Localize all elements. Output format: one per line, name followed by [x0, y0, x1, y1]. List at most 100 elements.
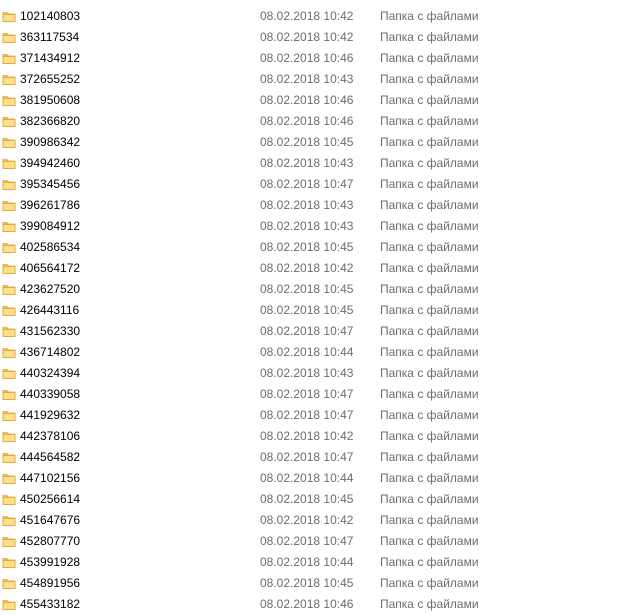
folder-type: Папка с файлами	[380, 9, 479, 23]
folder-name: 363117534	[20, 30, 80, 44]
folder-type: Папка с файлами	[380, 387, 479, 401]
folder-type: Папка с файлами	[380, 345, 479, 359]
list-item[interactable]: 399084912 08.02.2018 10:43 Папка с файлами	[0, 216, 636, 237]
list-item[interactable]: 444564582 08.02.2018 10:47 Папка с файлами	[0, 447, 636, 468]
list-item[interactable]: 363117534 08.02.2018 10:42 Папка с файлами	[0, 27, 636, 48]
folder-date-modified: 08.02.2018 10:43	[260, 156, 354, 170]
list-item[interactable]: 426443116 08.02.2018 10:45 Папка с файлами	[0, 300, 636, 321]
folder-name: 396261786	[20, 198, 81, 212]
folder-type: Папка с файлами	[380, 198, 479, 212]
folder-date-modified: 08.02.2018 10:45	[260, 240, 354, 254]
list-item[interactable]: 381950608 08.02.2018 10:46 Папка с файлами	[0, 90, 636, 111]
folder-icon	[2, 600, 16, 610]
folder-date-modified: 08.02.2018 10:42	[260, 261, 354, 275]
folder-date-modified: 08.02.2018 10:45	[260, 282, 354, 296]
folder-date-modified: 08.02.2018 10:47	[260, 387, 354, 401]
folder-type: Папка с файлами	[380, 513, 479, 527]
folder-icon	[2, 117, 16, 127]
folder-name: 453991928	[20, 555, 81, 569]
list-item[interactable]: 450256614 08.02.2018 10:45 Папка с файлами	[0, 489, 636, 510]
folder-icon	[2, 579, 16, 589]
folder-icon	[2, 285, 16, 295]
list-item[interactable]: 454891956 08.02.2018 10:45 Папка с файлами	[0, 573, 636, 594]
folder-date-modified: 08.02.2018 10:45	[260, 303, 354, 317]
folder-icon	[2, 243, 16, 253]
folder-type: Папка с файлами	[380, 492, 479, 506]
folder-date-modified: 08.02.2018 10:42	[260, 513, 354, 527]
list-item[interactable]: 431562330 08.02.2018 10:47 Папка с файлами	[0, 321, 636, 342]
folder-type: Папка с файлами	[380, 135, 479, 149]
folder-icon	[2, 558, 16, 568]
folder-type: Папка с файлами	[380, 93, 479, 107]
list-item[interactable]: 442378106 08.02.2018 10:42 Папка с файлами	[0, 426, 636, 447]
folder-icon	[2, 327, 16, 337]
folder-name: 447102156	[20, 471, 81, 485]
list-item[interactable]: 436714802 08.02.2018 10:44 Папка с файлами	[0, 342, 636, 363]
folder-date-modified: 08.02.2018 10:46	[260, 597, 354, 611]
list-item[interactable]: 402586534 08.02.2018 10:45 Папка с файлами	[0, 237, 636, 258]
folder-date-modified: 08.02.2018 10:46	[260, 114, 354, 128]
folder-date-modified: 08.02.2018 10:44	[260, 345, 354, 359]
folder-date-modified: 08.02.2018 10:45	[260, 492, 354, 506]
list-item[interactable]: 382366820 08.02.2018 10:46 Папка с файлами	[0, 111, 636, 132]
folder-type: Папка с файлами	[380, 408, 479, 422]
folder-name: 102140803	[20, 9, 81, 23]
folder-type: Папка с файлами	[380, 324, 479, 338]
folder-name: 395345456	[20, 177, 81, 191]
list-item[interactable]: 372655252 08.02.2018 10:43 Папка с файлами	[0, 69, 636, 90]
folder-type: Папка с файлами	[380, 114, 479, 128]
folder-name: 394942460	[20, 156, 81, 170]
list-item[interactable]: 447102156 08.02.2018 10:44 Папка с файлами	[0, 468, 636, 489]
list-item[interactable]: 371434912 08.02.2018 10:46 Папка с файлами	[0, 48, 636, 69]
folder-date-modified: 08.02.2018 10:44	[260, 471, 354, 485]
folder-name: 440339058	[20, 387, 81, 401]
list-item[interactable]: 102140803 08.02.2018 10:42 Папка с файлами	[0, 6, 636, 27]
folder-icon	[2, 264, 16, 274]
folder-name: 372655252	[20, 72, 81, 86]
folder-icon	[2, 159, 16, 169]
list-item[interactable]: 423627520 08.02.2018 10:45 Папка с файлами	[0, 279, 636, 300]
folder-date-modified: 08.02.2018 10:44	[260, 555, 354, 569]
folder-type: Папка с файлами	[380, 156, 479, 170]
folder-icon	[2, 75, 16, 85]
folder-date-modified: 08.02.2018 10:42	[260, 429, 354, 443]
folder-icon	[2, 537, 16, 547]
folder-name: 450256614	[20, 492, 81, 506]
folder-type: Папка с файлами	[380, 471, 479, 485]
folder-type: Папка с файлами	[380, 450, 479, 464]
folder-name: 451647676	[20, 513, 81, 527]
list-item[interactable]: 390986342 08.02.2018 10:45 Папка с файлами	[0, 132, 636, 153]
folder-date-modified: 08.02.2018 10:46	[260, 51, 354, 65]
folder-name: 454891956	[20, 576, 81, 590]
list-item[interactable]: 406564172 08.02.2018 10:42 Папка с файлами	[0, 258, 636, 279]
folder-date-modified: 08.02.2018 10:47	[260, 408, 354, 422]
folder-type: Папка с файлами	[380, 30, 479, 44]
folder-icon	[2, 180, 16, 190]
list-item[interactable]: 440339058 08.02.2018 10:47 Папка с файлами	[0, 384, 636, 405]
list-item[interactable]: 441929632 08.02.2018 10:47 Папка с файлами	[0, 405, 636, 426]
folder-icon	[2, 201, 16, 211]
folder-type: Папка с файлами	[380, 240, 479, 254]
folder-icon	[2, 432, 16, 442]
list-item[interactable]: 451647676 08.02.2018 10:42 Папка с файлами	[0, 510, 636, 531]
folder-icon	[2, 474, 16, 484]
list-item[interactable]: 396261786 08.02.2018 10:43 Папка с файлами	[0, 195, 636, 216]
folder-name: 399084912	[20, 219, 81, 233]
folder-date-modified: 08.02.2018 10:42	[260, 30, 354, 44]
list-item[interactable]: 395345456 08.02.2018 10:47 Папка с файлами	[0, 174, 636, 195]
folder-name: 444564582	[20, 450, 81, 464]
folder-name: 406564172	[20, 261, 81, 275]
folder-type: Папка с файлами	[380, 219, 479, 233]
folder-icon	[2, 306, 16, 316]
list-item[interactable]: 394942460 08.02.2018 10:43 Папка с файлами	[0, 153, 636, 174]
folder-date-modified: 08.02.2018 10:42	[260, 9, 354, 23]
folder-date-modified: 08.02.2018 10:43	[260, 72, 354, 86]
list-item[interactable]: 452807770 08.02.2018 10:47 Папка с файлами	[0, 531, 636, 552]
list-item[interactable]: 453991928 08.02.2018 10:44 Папка с файлами	[0, 552, 636, 573]
folder-name: 402586534	[20, 240, 81, 254]
folder-type: Папка с файлами	[380, 51, 479, 65]
folder-date-modified: 08.02.2018 10:46	[260, 93, 354, 107]
folder-name: 382366820	[20, 114, 81, 128]
list-item[interactable]: 440324394 08.02.2018 10:43 Папка с файлами	[0, 363, 636, 384]
folder-name: 440324394	[20, 366, 81, 380]
